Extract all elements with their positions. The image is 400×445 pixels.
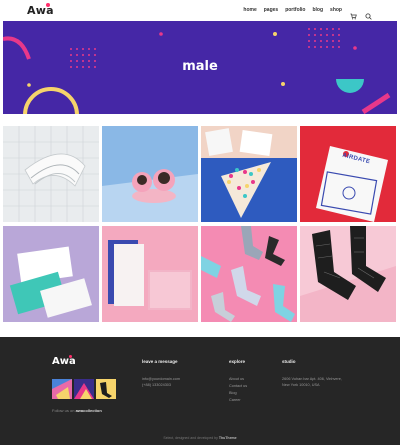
gallery-item-2[interactable] xyxy=(102,126,198,222)
nav-shop[interactable]: shop xyxy=(330,6,342,14)
follow-prefix: Follow us on xyxy=(52,408,76,413)
gallery-item-6[interactable] xyxy=(102,226,198,322)
cart-icon[interactable] xyxy=(350,7,357,19)
nav-portfolio[interactable]: portfolio xyxy=(285,6,305,14)
footer-link-career[interactable]: Career xyxy=(229,398,241,403)
gallery-item-4[interactable]: AIRDATE xyxy=(300,126,396,222)
copyright-author[interactable]: ThuTheme xyxy=(219,436,237,440)
hero-title: male xyxy=(182,59,218,74)
site-footer: Awa Follow us on awacollection leave a m… xyxy=(0,337,400,445)
footer-heading-explore: explore xyxy=(229,359,246,364)
gallery-item-5[interactable] xyxy=(3,226,99,322)
page: Awa home pages portfolio blog shop male … xyxy=(0,0,400,445)
copyright: Select, designed and developed by ThuThe… xyxy=(0,436,400,440)
instagram-thumb-3[interactable] xyxy=(96,379,116,399)
footer-address-line-2: New York 10010, USA xyxy=(282,383,320,387)
gallery-item-8[interactable] xyxy=(300,226,396,322)
instagram-thumb-2[interactable] xyxy=(74,379,94,399)
gallery-item-1[interactable] xyxy=(3,126,99,222)
footer-logo-dot xyxy=(69,355,72,358)
nav-blog[interactable]: blog xyxy=(312,6,323,14)
footer-heading-studio: studio xyxy=(282,359,296,364)
copyright-prefix: Select, designed and developed by xyxy=(163,436,219,440)
gallery-item-7[interactable] xyxy=(201,226,297,322)
footer-phone[interactable]: (+88) 133024303 xyxy=(142,383,171,388)
hero-banner: male xyxy=(3,21,397,114)
footer-link-blog[interactable]: Blog xyxy=(229,391,237,396)
main-nav: home pages portfolio blog shop xyxy=(236,6,372,20)
footer-logo[interactable]: Awa xyxy=(52,356,76,367)
footer-email[interactable]: info@yourdomain.com xyxy=(142,377,180,382)
follow-handle[interactable]: awacollection xyxy=(76,408,102,413)
follow-text: Follow us on awacollection xyxy=(52,408,102,413)
footer-address-line-1: 2606 Vuhan bar Apt. 406, Vinhvere, xyxy=(282,377,342,381)
nav-home[interactable]: home xyxy=(243,6,256,14)
footer-link-about[interactable]: About us xyxy=(229,377,244,382)
instagram-thumb-1[interactable] xyxy=(52,379,72,399)
portfolio-grid: AIRDATE xyxy=(3,126,397,322)
footer-link-contact[interactable]: Contact us xyxy=(229,384,247,389)
gallery-item-3[interactable] xyxy=(201,126,297,222)
logo-dot xyxy=(46,3,50,7)
footer-heading-message: leave a message xyxy=(142,359,178,364)
search-icon[interactable] xyxy=(365,7,372,20)
nav-pages[interactable]: pages xyxy=(264,6,278,14)
site-header: Awa home pages portfolio blog shop xyxy=(0,0,400,21)
